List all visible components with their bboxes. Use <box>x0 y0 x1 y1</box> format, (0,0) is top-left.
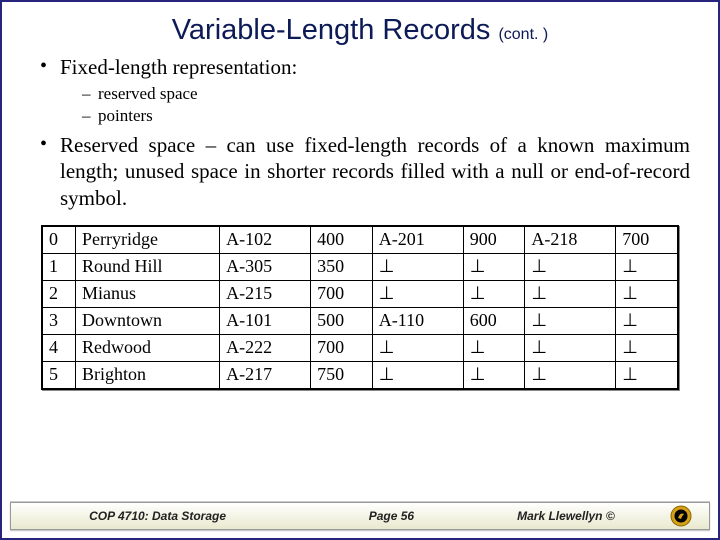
cell-acct: A-305 <box>220 253 311 280</box>
cell-bal: ⊥ <box>616 307 678 334</box>
cell-bal: 600 <box>463 307 525 334</box>
footer-author: Mark Llewellyn © <box>479 509 654 523</box>
records-table-wrap: 0 Perryridge A-102 400 A-201 900 A-218 7… <box>41 225 679 390</box>
cell-acct: A-201 <box>372 226 463 253</box>
cell-index: 1 <box>43 253 76 280</box>
cell-bal: ⊥ <box>616 253 678 280</box>
cell-acct: A-218 <box>525 226 616 253</box>
records-table: 0 Perryridge A-102 400 A-201 900 A-218 7… <box>42 226 678 389</box>
cell-branch: Brighton <box>76 361 220 388</box>
footer-bar: COP 4710: Data Storage Page 56 Mark Llew… <box>10 502 710 530</box>
cell-bal: ⊥ <box>463 253 525 280</box>
cell-bal: ⊥ <box>616 361 678 388</box>
cell-branch: Downtown <box>76 307 220 334</box>
cell-acct: A-217 <box>220 361 311 388</box>
footer-course: COP 4710: Data Storage <box>11 509 304 523</box>
cell-bal: 700 <box>311 280 373 307</box>
cell-bal: 500 <box>311 307 373 334</box>
content-area: Fixed-length representation: reserved sp… <box>2 55 718 390</box>
cell-index: 2 <box>43 280 76 307</box>
cell-index: 3 <box>43 307 76 334</box>
cell-acct: ⊥ <box>372 361 463 388</box>
cell-acct: ⊥ <box>525 280 616 307</box>
cell-bal: 700 <box>311 334 373 361</box>
pegasus-icon <box>670 505 692 527</box>
footer-logo <box>653 505 709 527</box>
title-main: Variable-Length Records <box>172 14 491 46</box>
bullet-reserved-space: Reserved space – can use fixed-length re… <box>40 132 690 211</box>
cell-acct: A-102 <box>220 226 311 253</box>
cell-branch: Mianus <box>76 280 220 307</box>
cell-acct: ⊥ <box>525 334 616 361</box>
cell-acct: ⊥ <box>525 253 616 280</box>
table-row: 5 Brighton A-217 750 ⊥ ⊥ ⊥ ⊥ <box>43 361 678 388</box>
slide-title: Variable-Length Records (cont. ) <box>2 14 718 47</box>
cell-bal: 700 <box>616 226 678 253</box>
cell-acct: A-101 <box>220 307 311 334</box>
cell-bal: ⊥ <box>463 361 525 388</box>
cell-branch: Round Hill <box>76 253 220 280</box>
cell-bal: ⊥ <box>463 280 525 307</box>
cell-acct: A-215 <box>220 280 311 307</box>
cell-bal: 400 <box>311 226 373 253</box>
cell-branch: Perryridge <box>76 226 220 253</box>
table-row: 2 Mianus A-215 700 ⊥ ⊥ ⊥ ⊥ <box>43 280 678 307</box>
sub-bullet-reserved: reserved space <box>82 84 690 104</box>
cell-bal: ⊥ <box>616 280 678 307</box>
title-cont: (cont. ) <box>498 26 548 43</box>
cell-index: 0 <box>43 226 76 253</box>
cell-bal: 900 <box>463 226 525 253</box>
cell-acct: ⊥ <box>525 307 616 334</box>
cell-index: 5 <box>43 361 76 388</box>
cell-bal: ⊥ <box>616 334 678 361</box>
cell-acct: ⊥ <box>525 361 616 388</box>
table-row: 0 Perryridge A-102 400 A-201 900 A-218 7… <box>43 226 678 253</box>
cell-bal: 350 <box>311 253 373 280</box>
cell-acct: ⊥ <box>372 253 463 280</box>
bullet-text: Fixed-length representation: <box>60 55 297 79</box>
cell-branch: Redwood <box>76 334 220 361</box>
cell-bal: ⊥ <box>463 334 525 361</box>
cell-bal: 750 <box>311 361 373 388</box>
cell-acct: ⊥ <box>372 280 463 307</box>
bullet-fixed-length: Fixed-length representation: reserved sp… <box>40 55 690 126</box>
cell-acct: A-110 <box>372 307 463 334</box>
cell-acct: A-222 <box>220 334 311 361</box>
table-row: 4 Redwood A-222 700 ⊥ ⊥ ⊥ ⊥ <box>43 334 678 361</box>
cell-index: 4 <box>43 334 76 361</box>
cell-acct: ⊥ <box>372 334 463 361</box>
table-row: 3 Downtown A-101 500 A-110 600 ⊥ ⊥ <box>43 307 678 334</box>
table-row: 1 Round Hill A-305 350 ⊥ ⊥ ⊥ ⊥ <box>43 253 678 280</box>
footer-page: Page 56 <box>304 509 479 523</box>
sub-bullet-pointers: pointers <box>82 106 690 126</box>
